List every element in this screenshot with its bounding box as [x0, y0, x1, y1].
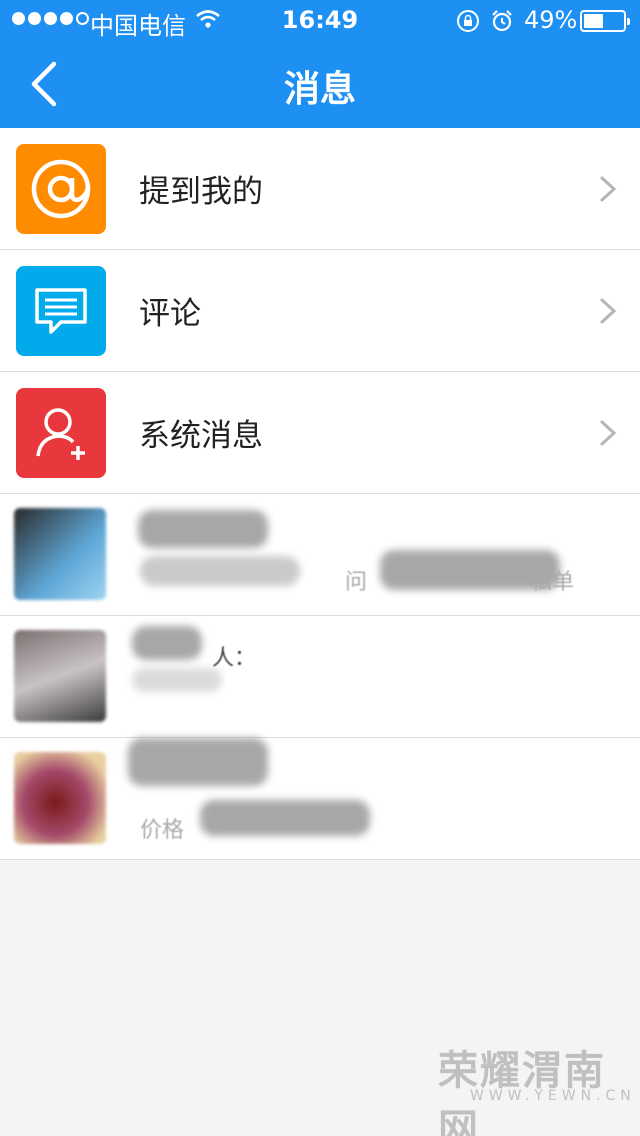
at-icon	[16, 144, 106, 234]
list-item-system-messages[interactable]: 系统消息	[0, 372, 640, 494]
redacted-name	[128, 738, 268, 786]
redacted-text	[200, 800, 370, 836]
top-bar: 中国电信 16:49 49% 消息	[0, 0, 640, 128]
avatar	[14, 752, 106, 844]
list-item-label: 评论	[139, 296, 201, 332]
alarm-icon	[492, 10, 512, 32]
redacted-name	[132, 626, 202, 660]
redacted-name	[138, 510, 268, 548]
watermark: 荣耀渭南网	[438, 1048, 606, 1136]
nav-bar: 消息	[0, 40, 640, 128]
chevron-right-icon	[600, 298, 617, 324]
status-bar: 中国电信 16:49 49%	[0, 0, 640, 40]
message-preview: 私单	[530, 570, 575, 595]
list-item-mentions[interactable]: 提到我的	[0, 128, 640, 250]
list-item-label: 系统消息	[139, 418, 263, 454]
conversation-item[interactable]: 问 私单	[0, 494, 640, 616]
orientation-lock-icon	[457, 10, 479, 32]
battery-percent: 49%	[524, 6, 578, 34]
redacted-text	[140, 556, 300, 586]
page-title: 消息	[283, 69, 356, 110]
conversation-item[interactable]: 人：	[0, 616, 640, 738]
chevron-right-icon	[600, 420, 617, 446]
avatar	[14, 508, 106, 600]
redacted-text	[132, 668, 222, 692]
list-item-label: 提到我的	[139, 174, 263, 210]
conversation-item[interactable]: 价格	[0, 738, 640, 860]
chevron-right-icon	[600, 176, 617, 202]
message-preview: 人：	[212, 646, 257, 671]
add-user-icon	[16, 388, 106, 478]
message-list: 提到我的 评论 系统消息 问 私单 人： 价格	[0, 128, 640, 860]
watermark-url: WWW.YEWN.CN	[470, 1088, 636, 1104]
message-preview: 问	[345, 570, 368, 595]
list-item-comments[interactable]: 评论	[0, 250, 640, 372]
comment-icon	[16, 266, 106, 356]
battery-icon	[580, 10, 630, 32]
message-preview: 价格	[140, 818, 185, 843]
avatar	[14, 630, 106, 722]
